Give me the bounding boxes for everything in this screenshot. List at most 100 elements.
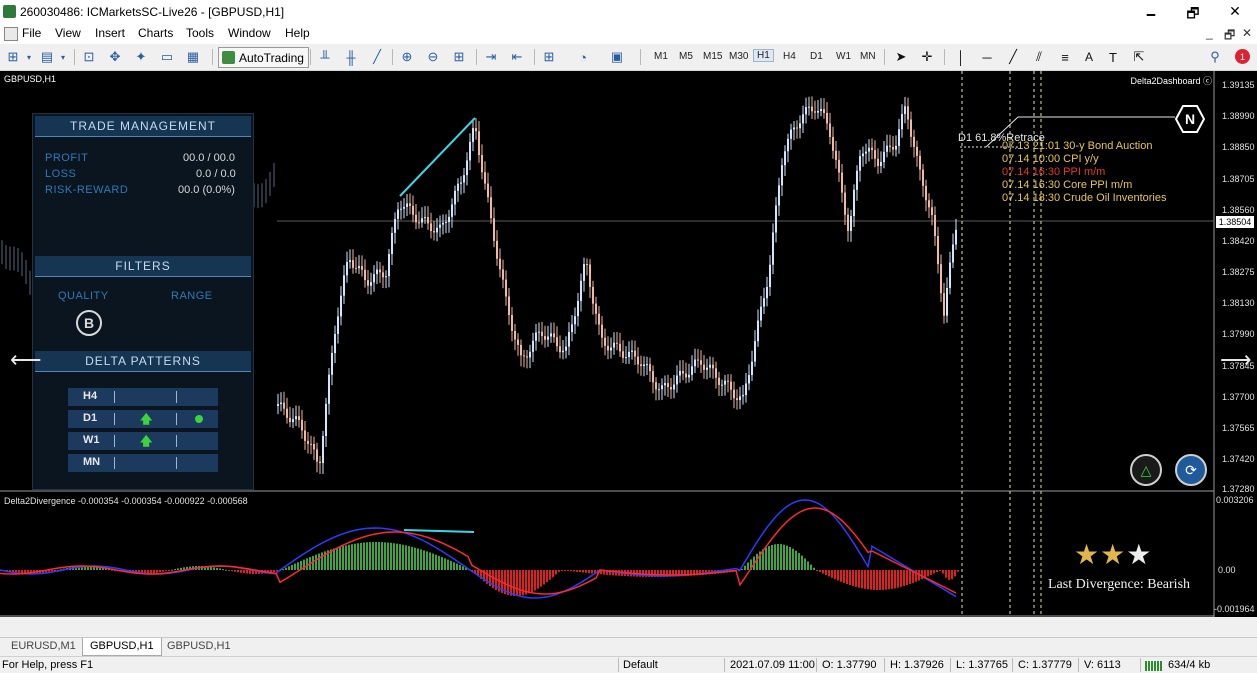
templates-icon[interactable]: ▣	[608, 48, 626, 66]
vertical-line-icon[interactable]: │	[952, 48, 970, 66]
status-bar: For Help, press F1 Default 2021.07.09 11…	[0, 656, 1257, 673]
star-icon: ★	[1126, 539, 1153, 570]
autotrading-button[interactable]: AutoTrading	[218, 47, 309, 68]
arrows-icon[interactable]: ⇱	[1130, 48, 1148, 66]
data-window-icon[interactable]: ✦	[132, 48, 150, 66]
tab-gbpusd-h1[interactable]: GBPUSD,H1	[82, 638, 162, 656]
timeframe-m15[interactable]: M15	[703, 51, 722, 62]
quality-label: QUALITY	[58, 290, 109, 302]
timeframe-m5[interactable]: M5	[679, 51, 693, 62]
menu-view[interactable]: View	[55, 26, 81, 40]
last-divergence-label: Last Divergence: Bearish	[1048, 577, 1191, 592]
quality-grade-badge: B	[76, 310, 102, 336]
app-icon	[3, 5, 16, 18]
indicators-icon[interactable]: ⊞	[540, 48, 558, 66]
tab-eurusd-m1[interactable]: EURUSD,M1	[4, 638, 83, 655]
bar-open: O: 1.37790	[822, 659, 877, 671]
timeframe-h1[interactable]: H1	[753, 49, 774, 62]
equidistant-channel-icon[interactable]: ⫽	[1030, 48, 1048, 66]
timeframe-m1[interactable]: M1	[654, 51, 668, 62]
candlestick-icon[interactable]: ╫	[342, 48, 360, 66]
tile-windows-icon[interactable]: ⊞	[450, 48, 468, 66]
horizontal-line-icon[interactable]: ─	[978, 48, 996, 66]
cursor-icon[interactable]: ➤	[892, 48, 910, 66]
market-watch-icon[interactable]: ⊡	[80, 48, 98, 66]
bar-close: C: 1.37779	[1018, 659, 1072, 671]
price-tick: 1.37845	[1222, 361, 1255, 371]
line-chart-icon[interactable]: ╱	[368, 48, 386, 66]
autotrading-label: AutoTrading	[239, 50, 304, 65]
fibonacci-icon[interactable]: ≡	[1056, 48, 1074, 66]
trendline-icon[interactable]: ╱	[1004, 48, 1022, 66]
refresh-icon[interactable]: ⟳	[1175, 454, 1207, 486]
profile-name: Default	[623, 659, 658, 671]
chart-window[interactable]: GBPUSD,H1 Delta2Dashboard ⓒ TRADE MANAGE…	[0, 71, 1257, 617]
chart-symbol-label: GBPUSD,H1	[4, 74, 57, 84]
mdi-minimize-button[interactable]: _	[1206, 26, 1213, 40]
menu-tools[interactable]: Tools	[186, 26, 214, 40]
menu-charts[interactable]: Charts	[138, 26, 173, 40]
notification-badge[interactable]: 1	[1235, 49, 1250, 64]
pattern-timeframe: MN	[83, 456, 101, 468]
tab-gbpusd-h1-2[interactable]: GBPUSD,H1	[160, 638, 238, 655]
timeframe-m30[interactable]: M30	[729, 51, 748, 62]
connection-status-icon	[1145, 661, 1163, 671]
price-tick: 1.38275	[1222, 267, 1255, 277]
mdi-close-button[interactable]: ✕	[1242, 26, 1252, 40]
timeframe-mn[interactable]: MN	[860, 51, 876, 62]
text-icon[interactable]: A	[1080, 48, 1098, 66]
menu-file[interactable]: File	[22, 26, 41, 40]
window-title: 260030486: ICMarketsSC-Live26 - [GBPUSD,…	[20, 5, 285, 19]
strategy-tester-icon[interactable]: ▦	[184, 48, 202, 66]
dropdown-arrow-icon[interactable]: ▾	[58, 48, 68, 66]
traffic-label: 634/4 kb	[1168, 659, 1211, 671]
timeframe-w1[interactable]: W1	[836, 51, 851, 62]
menu-window[interactable]: Window	[228, 26, 271, 40]
profiles-icon[interactable]: ▤	[38, 48, 56, 66]
chart-shift-icon[interactable]: ⇤	[508, 48, 526, 66]
delta-patterns-header: DELTA PATTERNS	[35, 351, 251, 372]
zoom-out-icon[interactable]: ⊖	[424, 48, 442, 66]
loss-value: 0.0 / 0.0	[196, 168, 236, 180]
autoscroll-icon[interactable]: ⇥	[482, 48, 500, 66]
navigator-icon[interactable]: ✥	[106, 48, 124, 66]
timeframe-h4[interactable]: H4	[783, 51, 796, 62]
close-button[interactable]: ✕	[1220, 3, 1250, 20]
timeframe-d1[interactable]: D1	[810, 51, 823, 62]
title-bar: 260030486: ICMarketsSC-Live26 - [GBPUSD,…	[0, 0, 1257, 25]
star-icon: ★	[1074, 539, 1101, 570]
autotrading-icon	[222, 51, 235, 64]
news-item: 07.13 21:01 30-y Bond Auction	[1002, 140, 1153, 152]
price-tick: 1.37700	[1222, 392, 1255, 402]
previous-arrow-icon[interactable]: ⟵	[10, 347, 42, 373]
news-toggle-button[interactable]: N	[1175, 104, 1205, 134]
news-item: 07.14 16:30 PPI m/m	[1002, 166, 1106, 178]
up-arrow-icon: 🡅	[140, 434, 153, 448]
menu-bar: File View Insert Charts Tools Window Hel…	[0, 24, 1257, 44]
pattern-timeframe: D1	[83, 412, 98, 424]
price-tick: 1.38420	[1222, 236, 1255, 246]
zoom-in-icon[interactable]: ⊕	[398, 48, 416, 66]
buy-triangle-icon[interactable]: △	[1130, 454, 1162, 486]
new-chart-icon[interactable]: ⊞	[4, 48, 22, 66]
news-item: 07.14 10:00 CPI y/y	[1002, 153, 1099, 165]
news-item: 07.14 18:30 Crude Oil Inventories	[1002, 192, 1167, 204]
help-text: For Help, press F1	[2, 659, 94, 671]
profit-value: 00.0 / 00.0	[183, 152, 235, 164]
periods-clock-icon[interactable]: ◔	[574, 48, 592, 66]
bar-datetime: 2021.07.09 11:00	[730, 659, 815, 671]
bar-chart-icon[interactable]: ╨	[316, 48, 334, 66]
price-tick: 1.39135	[1222, 80, 1255, 90]
search-icon[interactable]: ⚲	[1206, 48, 1224, 66]
chart-window-icon[interactable]	[4, 27, 18, 41]
price-tick: 1.38130	[1222, 298, 1255, 308]
text-label-icon[interactable]: T	[1104, 48, 1122, 66]
menu-insert[interactable]: Insert	[95, 26, 125, 40]
terminal-icon[interactable]: ▭	[158, 48, 176, 66]
dropdown-arrow-icon[interactable]: ▾	[24, 48, 34, 66]
crosshair-icon[interactable]: ✛	[918, 48, 936, 66]
signal-dot-icon	[195, 415, 203, 423]
menu-help[interactable]: Help	[285, 26, 310, 40]
price-tick: 1.37280	[1222, 484, 1255, 494]
loss-label: LOSS	[45, 168, 77, 180]
